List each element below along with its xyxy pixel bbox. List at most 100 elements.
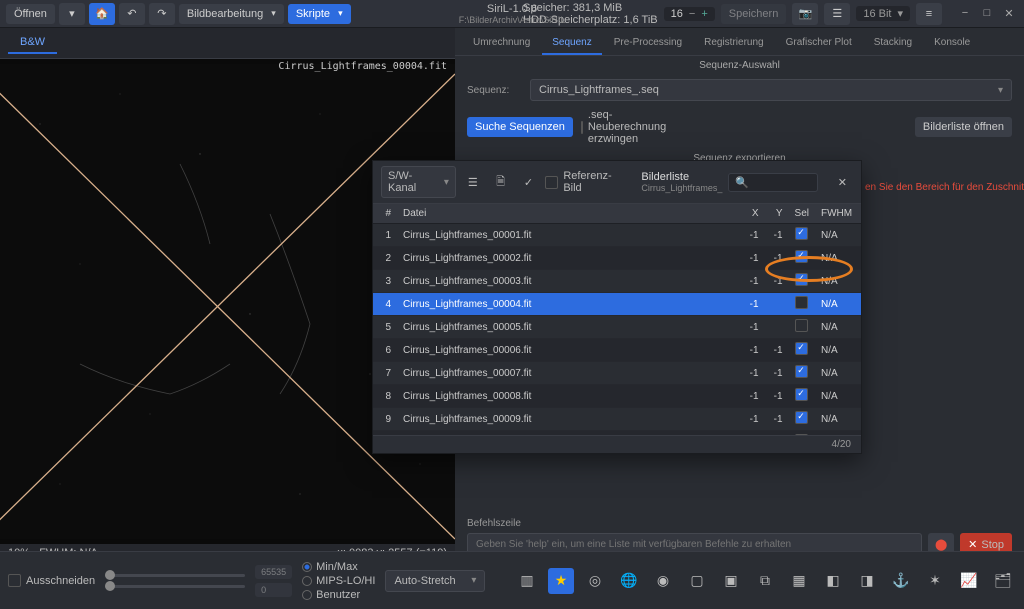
stepper-plus-icon[interactable]: +: [698, 8, 710, 20]
star-icon[interactable]: ✶: [922, 568, 948, 594]
table-row[interactable]: 7Cirrus_Lightframes_00007.fit-1-1N/A: [373, 362, 861, 385]
target-icon[interactable]: ◎: [582, 568, 608, 594]
row-checkbox[interactable]: [795, 296, 808, 309]
table-row[interactable]: 8Cirrus_Lightframes_00008.fit-1-1N/A: [373, 385, 861, 408]
cut-checkbox[interactable]: Ausschneiden: [8, 574, 95, 587]
globe-icon[interactable]: 🌐: [616, 568, 642, 594]
open-button[interactable]: Öffnen: [6, 4, 55, 24]
col-fwhm[interactable]: FWHM: [815, 204, 861, 224]
menu-button[interactable]: ≡: [916, 3, 942, 25]
stack-icon[interactable]: 🗂: [990, 568, 1016, 594]
low-slider[interactable]: [105, 574, 245, 577]
tab-umrechnung[interactable]: Umrechnung: [463, 32, 540, 55]
search-sequences-button[interactable]: Suche Sequenzen: [467, 117, 573, 137]
dialog-close-button[interactable]: ✕: [832, 174, 853, 191]
save-button[interactable]: Speichern: [721, 4, 787, 24]
table-row[interactable]: 4Cirrus_Lightframes_00004.fit-1N/A: [373, 293, 861, 316]
maximize-button[interactable]: □: [978, 7, 996, 20]
col-sel[interactable]: Sel: [789, 204, 815, 224]
window2-icon[interactable]: ▣: [718, 568, 744, 594]
eraser-icon[interactable]: ◧: [820, 568, 846, 594]
home-button[interactable]: 🏠: [89, 3, 115, 25]
plot-icon[interactable]: 📈: [956, 568, 982, 594]
image-edit-menu[interactable]: Bildbearbeitung: [179, 4, 284, 24]
high-slider[interactable]: [105, 585, 245, 588]
toolbar-right: Speicher: 381,3 MiB HDD-Speicherplatz: 1…: [523, 2, 1018, 26]
starnet-icon[interactable]: ★: [548, 568, 574, 594]
row-checkbox[interactable]: [795, 434, 808, 435]
image-table[interactable]: # Datei X Y Sel FWHM 1Cirrus_Lightframes…: [373, 204, 861, 435]
row-checkbox[interactable]: [795, 388, 808, 401]
preview-filename: Cirrus_Lightframes_00004.fit: [278, 61, 447, 72]
row-checkbox[interactable]: [795, 227, 808, 240]
redo-button[interactable]: ↷: [149, 3, 175, 25]
close-window-button[interactable]: ✕: [1000, 7, 1018, 20]
table-row[interactable]: 3Cirrus_Lightframes_00003.fit-1-1N/A: [373, 270, 861, 293]
bits-selector[interactable]: 16 Bit▾: [856, 6, 910, 21]
grid-icon[interactable]: ▦: [786, 568, 812, 594]
row-checkbox[interactable]: [795, 273, 808, 286]
main-toolbar: Öffnen ▾ 🏠 ↶ ↷ Bildbearbeitung Skripte S…: [0, 0, 1024, 28]
checkbox-icon: [8, 574, 21, 587]
channel-combo[interactable]: S/W-Kanal: [381, 166, 456, 198]
row-checkbox[interactable]: [795, 342, 808, 355]
check-icon[interactable]: ✓: [518, 172, 540, 192]
dialog-title: Bilderliste Cirrus_Lightframes_: [641, 171, 722, 193]
window1-icon[interactable]: ▢: [684, 568, 710, 594]
autostretch-combo[interactable]: Auto-Stretch: [385, 570, 485, 592]
stepper-minus-icon[interactable]: −: [686, 8, 698, 20]
app-path: F:\BilderArchiv\Astro\SiRIL: [459, 15, 566, 25]
open-menu-button[interactable]: ▾: [59, 3, 85, 25]
circle-target-icon[interactable]: ◉: [650, 568, 676, 594]
undo-button[interactable]: ↶: [119, 3, 145, 25]
layer-stepper[interactable]: 16 − +: [664, 7, 715, 21]
colorize-icon[interactable]: ◨: [854, 568, 880, 594]
headers-button[interactable]: ☰: [824, 3, 850, 25]
tab-stacking[interactable]: Stacking: [864, 32, 922, 55]
col-y[interactable]: Y: [765, 204, 789, 224]
tab-registrierung[interactable]: Registrierung: [694, 32, 773, 55]
imagelist-dialog: S/W-Kanal ☰ 🗎 ✓ Referenz-Bild Bilderlist…: [372, 160, 862, 454]
scripts-menu[interactable]: Skripte: [288, 4, 351, 24]
command-label: Befehlszeile: [467, 518, 1012, 529]
row-checkbox[interactable]: [795, 250, 808, 263]
checkbox-icon: [581, 121, 583, 134]
row-checkbox[interactable]: [795, 411, 808, 424]
minimize-button[interactable]: −: [956, 7, 974, 20]
tab-bw[interactable]: B&W: [8, 32, 57, 54]
table-row[interactable]: 9Cirrus_Lightframes_00009.fit-1-1N/A: [373, 408, 861, 431]
app-title: SiriL-1.0.6 F:\BilderArchiv\Astro\SiRIL: [459, 3, 566, 25]
section-selection: Sequenz-Auswahl: [455, 56, 1024, 75]
table-row[interactable]: 6Cirrus_Lightframes_00006.fit-1-1N/A: [373, 339, 861, 362]
tool-icons: ▥ ★ ◎ 🌐 ◉ ▢ ▣ ⧉ ▦ ◧ ◨ ⚓ ✶ 📈 🗂: [514, 568, 1016, 594]
tab-sequenz[interactable]: Sequenz: [542, 32, 601, 55]
open-imagelist-button[interactable]: Bilderliste öffnen: [915, 117, 1012, 137]
table-row[interactable]: 5Cirrus_Lightframes_00005.fit-1N/A: [373, 316, 861, 339]
workflow-tabs: UmrechnungSequenzPre-ProcessingRegistrie…: [455, 28, 1024, 56]
dialog-search[interactable]: 🔍: [728, 173, 817, 192]
table-row[interactable]: 1Cirrus_Lightframes_00001.fit-1-1N/A: [373, 224, 861, 247]
tab-grafischer plot[interactable]: Grafischer Plot: [776, 32, 862, 55]
sequence-label: Sequenz:: [467, 85, 522, 96]
sequence-combo[interactable]: Cirrus_Lightframes_.seq: [530, 79, 1012, 101]
histogram-icon[interactable]: ▥: [514, 568, 540, 594]
radio-icon: [302, 576, 312, 586]
radio-icon: [302, 590, 312, 600]
tab-pre-processing[interactable]: Pre-Processing: [604, 32, 692, 55]
snapshot-button[interactable]: 📷: [792, 3, 818, 25]
col-index[interactable]: #: [373, 204, 397, 224]
zero-button[interactable]: 0: [255, 583, 292, 597]
table-row[interactable]: 2Cirrus_Lightframes_00002.fit-1-1N/A: [373, 247, 861, 270]
recalc-checkbox[interactable]: .seq-Neuberechnung erzwingen: [581, 109, 636, 145]
export-icon[interactable]: 🗎: [490, 172, 512, 192]
row-checkbox[interactable]: [795, 319, 808, 332]
row-checkbox[interactable]: [795, 365, 808, 378]
max-button[interactable]: 65535: [255, 565, 292, 579]
col-file[interactable]: Datei: [397, 204, 741, 224]
layers-icon[interactable]: ⧉: [752, 568, 778, 594]
anchor-icon[interactable]: ⚓: [888, 568, 914, 594]
tab-konsole[interactable]: Konsole: [924, 32, 980, 55]
list-icon[interactable]: ☰: [462, 172, 484, 192]
col-x[interactable]: X: [741, 204, 765, 224]
refimg-checkbox[interactable]: Referenz-Bild: [545, 170, 629, 194]
